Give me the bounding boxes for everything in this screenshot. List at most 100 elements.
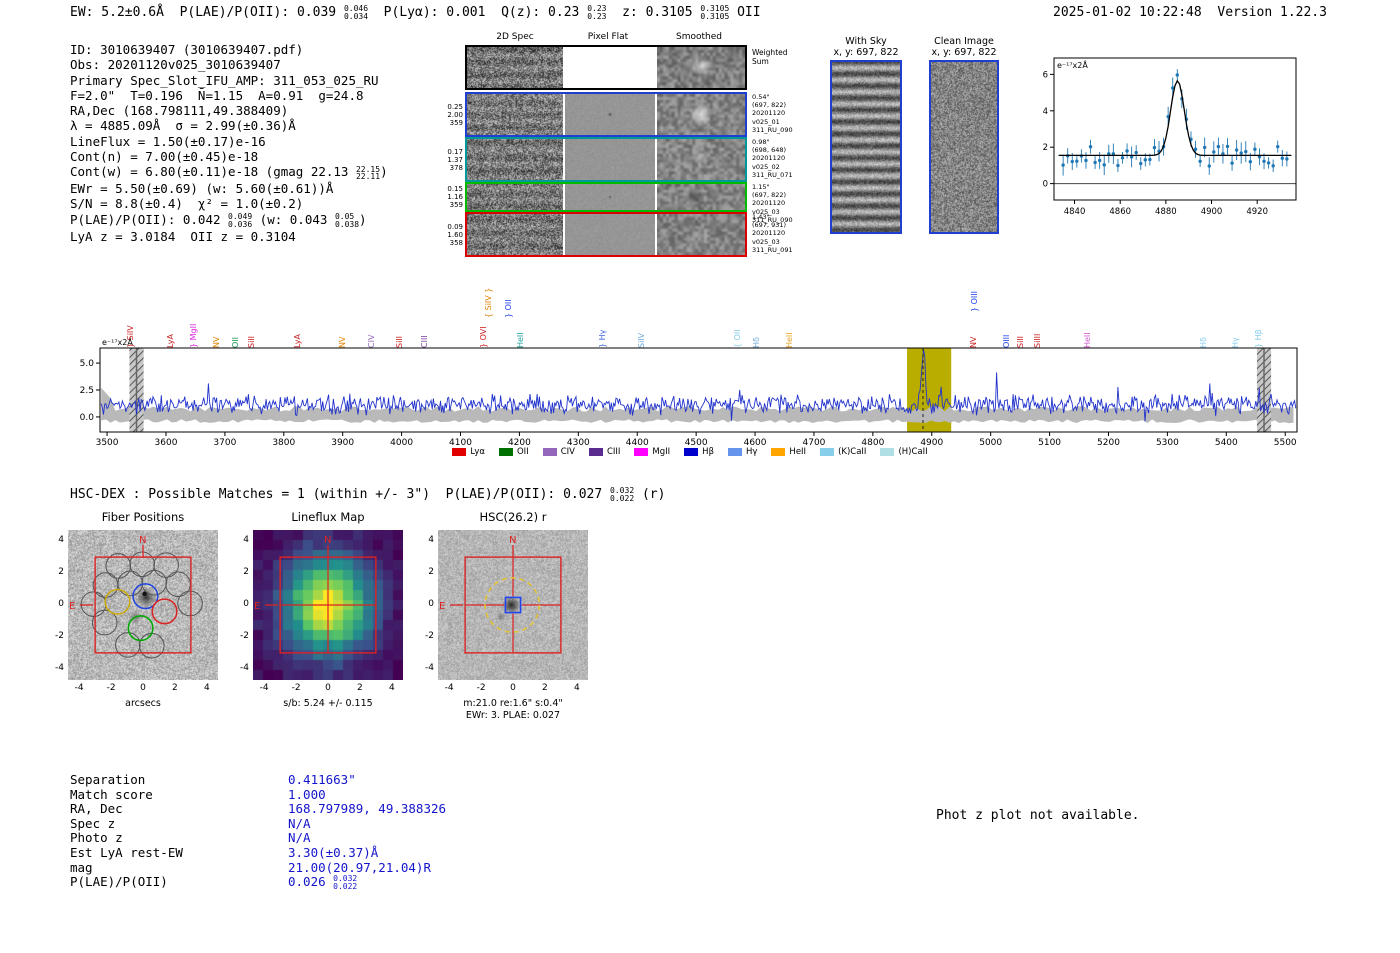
pixel-flat-image [565,94,655,135]
line-marker: } OIII [969,290,979,312]
line-marker: LyA [292,334,302,348]
info-line: Obs: 20201120v025_3010639407 [70,57,281,73]
legend-swatch [820,448,835,456]
legend-label: (K)CaII [838,447,867,457]
x-tick-label: 4 [203,683,210,693]
legend-label: HeII [789,447,807,457]
x-tick-label: -2 [106,683,116,693]
line-marker: SiII [247,335,257,348]
match-row-value: N/A [288,830,311,846]
match-row-label: Est LyA rest-EW [70,844,183,860]
match-row-value: 0.026 0.032 0.022 [288,874,358,892]
legend-item: MgII [634,447,670,457]
legend-label: Hγ [746,447,758,457]
spec2d-row [465,182,747,212]
svg-text:N: N [509,535,516,546]
match-row: Photo z N/A [70,830,446,845]
svg-text:4900: 4900 [1201,207,1223,217]
photz-note: Phot z plot not available. [936,808,1140,823]
spec2d-row [465,137,747,182]
legend-label: CIII [606,447,621,457]
smoothed-image [657,214,745,255]
catalog-match-table: Separation 0.411663" Match score 1.000 RA, D… [70,772,446,892]
match-row-label: Separation [70,772,146,787]
y-tick-label: -2 [425,630,434,641]
smoothed-image [657,184,745,210]
match-row-label: Photo z [70,830,123,846]
x-tick-label: 0 [510,683,516,693]
y-tick-label: 0 [243,599,249,609]
x-tick-label: -2 [291,683,301,693]
clean-image-coords: x, y: 697, 822 [931,47,997,58]
y-tick-label: 4 [428,535,434,546]
x-tick-label: -4 [74,683,84,693]
line-marker: HeII [516,332,526,348]
x-tick-label: 2 [172,683,178,693]
with-sky-image [830,60,902,234]
match-row-label: Spec z [70,815,116,831]
fiber-xlabel: arcsecs [125,698,161,709]
line-marker: SiIII [1032,333,1042,348]
line-marker: } OII [504,299,514,318]
svg-text:5.0: 5.0 [80,359,95,369]
legend-label: OII [516,447,529,457]
line-marker: HeII [785,332,795,348]
line-marker: } SiIV [126,325,136,348]
fiber-annotation: 1.43" (697, 931) 20201120 v025_03 311_RU_091 [752,213,793,254]
legend-item: Hβ [684,447,714,457]
cutout-title: Fiber Positions [101,510,185,524]
fiber-annotation: 0.54" (697, 822) 20201120 v025_01 311_RU_090 [752,93,793,134]
legend-item: CIV [542,447,575,457]
legend-item: CIII [588,447,621,457]
info-line: F=2.0" T=0.196 N̄=1.15 A=0.91 g=24.8 [70,87,364,103]
spec2d-image [467,47,563,88]
x-tick-label: 4 [388,683,395,693]
info-line: Primary Spec_Slot_IFU_AMP: 311_053_025_R… [70,72,379,88]
elixer-report: EW: 5.2±0.6Å P(LAE)/P(OII): 0.039 0.046 0… [0,0,1400,953]
svg-text:0: 0 [1043,180,1048,190]
spec2d-col-header: Smoothed [676,32,722,42]
header-meta: 2025-01-02 10:22:48 Version 1.22.3 [1053,5,1327,20]
svg-text:4: 4 [1043,107,1048,117]
line-marker: Hδ [752,337,762,348]
y-tick-label: -4 [240,662,249,673]
with-sky-panel: With Sky x, y: 697, 822 [826,36,906,234]
match-row: Est LyA rest-EW 3.30(±0.37)Å [70,845,446,860]
hsc-cutout-panel: HSC(26.2) r N E -4 -4 -2 -2 0 0 2 2 4 4 m:21.0 re:1.6… [402,510,612,725]
y-tick-label: 2 [428,567,434,578]
legend-item: (H)CaII [880,447,928,457]
fiber-weight-labels: 0.09 1.60 358 [447,222,463,247]
match-row: RA, Dec 168.797989, 49.388326 [70,801,446,816]
legend-label: MgII [652,447,671,457]
legend-swatch [880,448,895,456]
match-row: P(LAE)/P(OII) 0.026 0.032 0.022 [70,874,446,892]
legend-swatch [452,448,467,456]
detection-info-block: ID: 3010639407 (3010639407.pdf) Obs: 2020… [70,42,388,244]
spec2d-col-header: 2D Spec [496,32,534,42]
legend-item: HeII [771,447,806,457]
cutout-title: HSC(26.2) r [479,510,547,524]
hsc-match-line: HSC-DEX : Possible Matches = 1 (within +… [70,486,666,503]
clean-image-title: Clean Image [934,36,994,47]
lineflux-map-panel: Lineflux Map N E -4 -4 -2 -2 0 0 2 2 4 4 s/b: 5.24 +/… [217,510,427,725]
clean-image-panel: Clean Image x, y: 697, 822 [924,36,1004,234]
svg-text:2.5: 2.5 [80,386,94,396]
weighted-sum-label: Weighted Sum [752,48,788,66]
with-sky-coords: x, y: 697, 822 [833,47,899,58]
match-row-value: 0.411663" [288,772,356,787]
pixel-flat-image [565,184,655,210]
line-marker: } Hβ [1254,329,1264,348]
spec2d-image [467,94,563,135]
y-tick-label: -4 [425,662,434,673]
legend-label: Hβ [702,447,714,457]
legend-item: Hγ [728,447,757,457]
line-marker: OIII [1002,334,1012,348]
svg-text:6: 6 [1043,70,1048,80]
y-tick-label: 2 [243,567,249,578]
legend-swatch [498,448,513,456]
info-line: ID: 3010639407 (3010639407.pdf) [70,42,304,57]
spec2d-panel: 2D Spec Pixel Flat Smoothed Weighted Sum 0.25… [443,30,795,262]
smoothed-image [657,47,745,88]
spec2d-image [467,184,563,210]
x-tick-label: -4 [259,683,269,693]
